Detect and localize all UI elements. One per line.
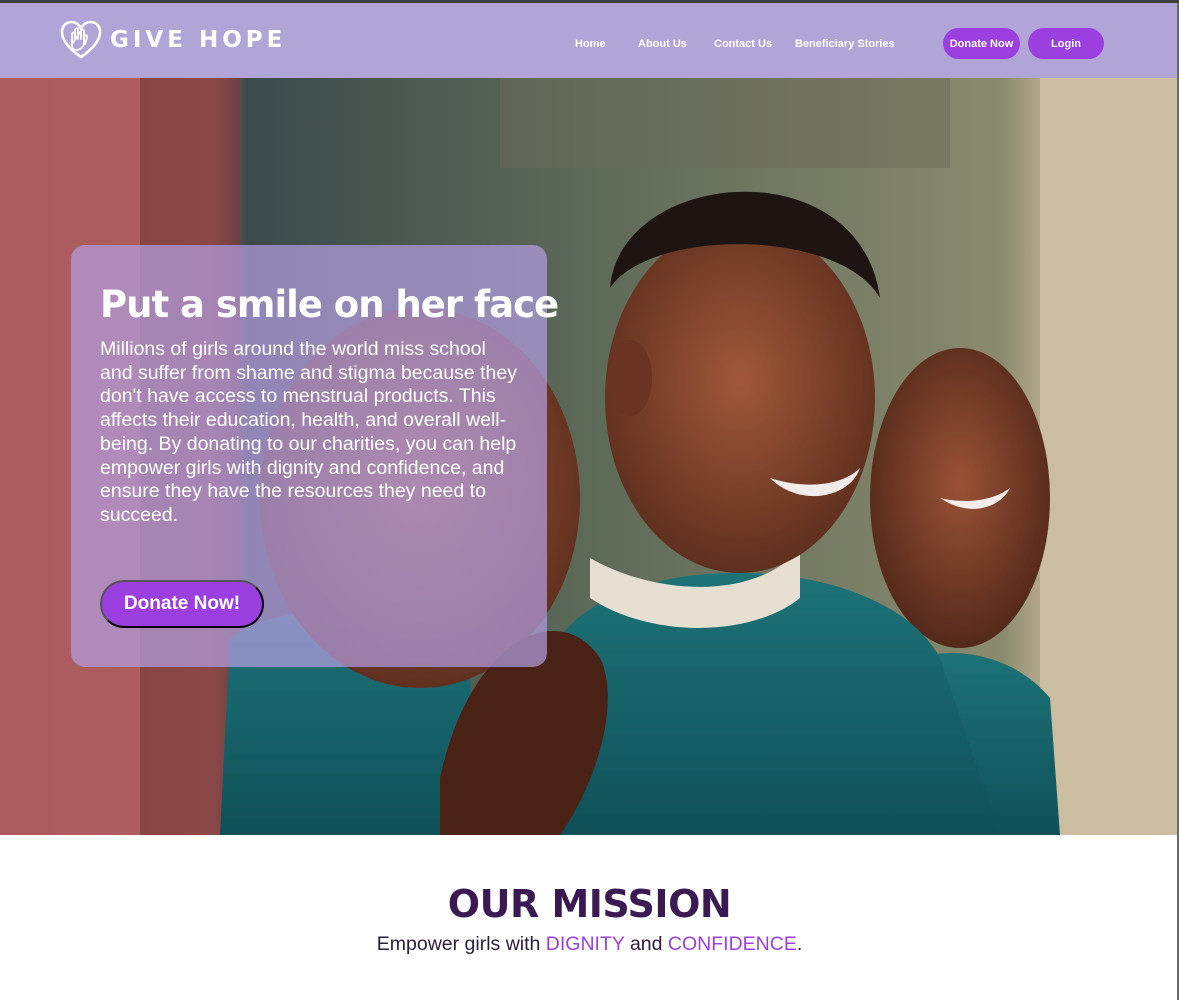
mission-accent-confidence: CONFIDENCE	[667, 933, 797, 955]
mission-section: OUR MISSION Empower girls with DIGNITY a…	[0, 835, 1179, 1000]
hero-section: Put a smile on her face Millions of girl…	[0, 78, 1179, 835]
nav-donate-button[interactable]: Donate Now	[943, 28, 1020, 59]
nav-link-contact-us[interactable]: Contact Us	[714, 38, 772, 50]
nav-link-beneficiary-stories[interactable]: Beneficiary Stories	[795, 38, 895, 50]
mission-subtitle-end: .	[796, 933, 803, 955]
hero-card: Put a smile on her face Millions of girl…	[71, 245, 559, 667]
mission-subtitle-start: Empower girls with	[376, 933, 546, 955]
page: GIVE HOPE Home About Us Contact Us Benef…	[0, 0, 1179, 1000]
nav-link-about-us[interactable]: About Us	[638, 38, 687, 50]
hero-donate-button[interactable]: Donate Now!	[100, 580, 264, 628]
navbar: GIVE HOPE Home About Us Contact Us Benef…	[0, 3, 1179, 78]
mission-subtitle-mid: and	[624, 933, 668, 955]
mission-subtitle: Empower girls with DIGNITY and CONFIDENC…	[0, 933, 1179, 956]
mission-accent-dignity: DIGNITY	[545, 933, 625, 955]
hero-title: Put a smile on her face	[100, 283, 559, 326]
nav-login-button[interactable]: Login	[1028, 28, 1104, 59]
hero-description: Millions of girls around the world miss …	[100, 338, 517, 526]
nav-link-home[interactable]: Home	[575, 38, 606, 50]
mission-title: OUR MISSION	[447, 882, 732, 926]
